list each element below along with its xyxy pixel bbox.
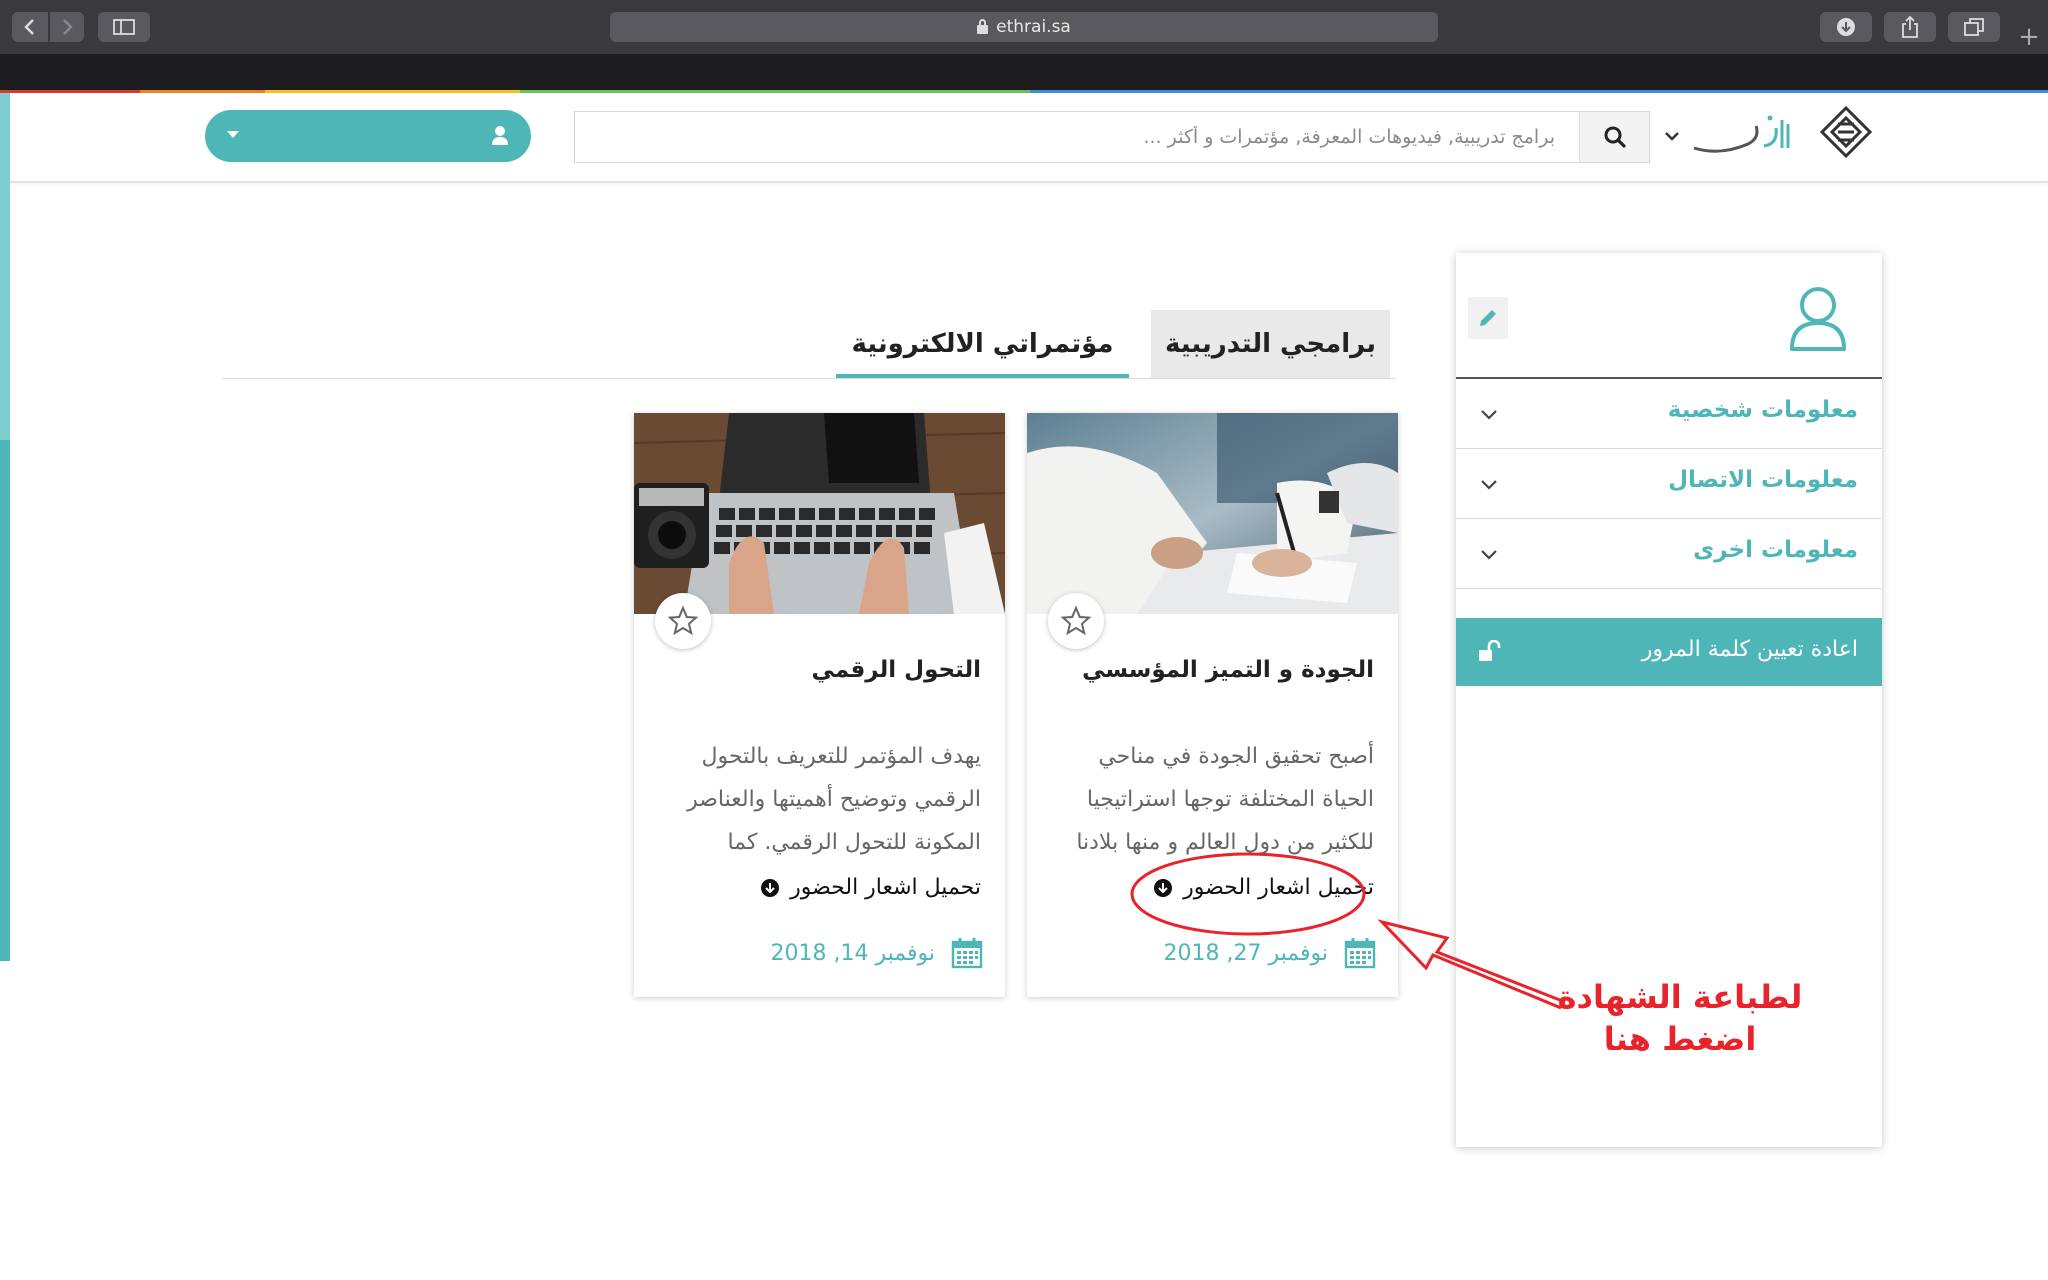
chevron-down-icon xyxy=(1481,410,1497,420)
accordion-label: معلومات اخرى xyxy=(1693,537,1858,563)
conference-description: أصبح تحقيق الجودة في مناحي الحياة المختل… xyxy=(1076,744,1374,855)
chevron-down-icon[interactable] xyxy=(1662,126,1682,146)
tab-e-conferences[interactable]: مؤتمراتي الالكترونية xyxy=(836,310,1129,378)
annotation-line-2: اضغط هنا xyxy=(1603,1020,1757,1058)
downloads-button[interactable] xyxy=(1820,12,1872,42)
site-logo-icon[interactable] xyxy=(1818,104,1874,160)
accordion-label: معلومات شخصية xyxy=(1667,397,1858,423)
chevron-down-icon xyxy=(1481,480,1497,490)
download-attendance-link[interactable]: تحميل اشعار الحضور xyxy=(1153,875,1374,900)
share-button[interactable] xyxy=(1884,12,1936,42)
sidebar-toggle-button[interactable] xyxy=(98,12,150,42)
accordion-personal-info[interactable]: معلومات شخصية xyxy=(1456,379,1882,449)
accordion-other-info[interactable]: معلومات اخرى xyxy=(1456,519,1882,589)
tabs-divider xyxy=(222,378,1396,379)
share-icon xyxy=(1902,16,1918,38)
calendar-icon xyxy=(1344,938,1376,969)
forward-button[interactable] xyxy=(50,12,84,42)
reset-password-button[interactable]: اعادة تعيين كلمة المرور xyxy=(1456,618,1882,686)
annotation-callout: لطباعة الشهادة اضغط هنا xyxy=(1540,976,1820,1060)
date-text: نوفمبر 27, 2018 xyxy=(1163,940,1329,966)
pencil-icon xyxy=(1480,310,1496,326)
download-label: تحميل اشعار الحضور xyxy=(790,875,981,900)
conference-image xyxy=(1027,413,1398,614)
conference-title: الجودة و التميز المؤسسي xyxy=(1082,657,1374,683)
tabs-icon xyxy=(1964,18,1984,36)
conference-date: نوفمبر 27, 2018 xyxy=(1164,937,1377,969)
caret-down-icon xyxy=(227,131,239,138)
search-input[interactable] xyxy=(587,112,1567,162)
conference-description: يهدف المؤتمر للتعريف بالتحول الرقمي وتوض… xyxy=(687,744,981,855)
calendar-icon xyxy=(951,938,983,969)
left-accent-bar xyxy=(0,93,10,961)
chevron-down-icon xyxy=(1481,550,1497,560)
download-circle-icon xyxy=(1154,878,1173,897)
unlock-icon xyxy=(1479,640,1501,661)
back-button[interactable] xyxy=(12,12,48,42)
url-text: ethrai.sa xyxy=(996,17,1071,37)
chevron-left-icon xyxy=(24,19,34,35)
sidebar-icon xyxy=(113,19,135,35)
new-tab-button[interactable]: + xyxy=(2012,22,2046,52)
address-bar[interactable]: ethrai.sa xyxy=(610,12,1438,42)
search-icon xyxy=(1604,126,1626,148)
conference-title: التحول الرقمي xyxy=(811,657,981,683)
tab-training-programs[interactable]: برامجي التدريبية xyxy=(1151,310,1390,378)
chevron-right-icon xyxy=(63,19,73,35)
edit-profile-button[interactable] xyxy=(1468,297,1508,339)
conference-image xyxy=(634,413,1005,614)
conference-card[interactable]: الجودة و التميز المؤسسي أصبح تحقيق الجود… xyxy=(1027,413,1398,997)
browser-toolbar: ethrai.sa + xyxy=(0,0,2048,54)
date-text: نوفمبر 14, 2018 xyxy=(770,940,936,966)
annotation-line-1: لطباعة الشهادة xyxy=(1557,978,1803,1016)
user-menu-button[interactable] xyxy=(205,110,531,162)
accordion-label: معلومات الاتصال xyxy=(1668,467,1858,493)
reset-password-label: اعادة تعيين كلمة المرور xyxy=(1641,637,1858,662)
tab-strip xyxy=(0,54,2048,90)
show-tabs-button[interactable] xyxy=(1948,12,2000,42)
user-icon xyxy=(492,126,508,145)
download-label: تحميل اشعار الحضور xyxy=(1183,875,1374,900)
star-icon xyxy=(667,605,699,636)
star-icon xyxy=(1060,605,1092,636)
lock-icon xyxy=(977,18,989,34)
favorite-button[interactable] xyxy=(1048,593,1104,649)
user-avatar-icon xyxy=(1790,287,1846,351)
accordion-contact-info[interactable]: معلومات الاتصال xyxy=(1456,449,1882,519)
conference-date: نوفمبر 14, 2018 xyxy=(771,937,984,969)
download-icon xyxy=(1837,18,1855,36)
download-circle-icon xyxy=(761,878,780,897)
download-attendance-link[interactable]: تحميل اشعار الحضور xyxy=(760,875,981,900)
search-button[interactable] xyxy=(1579,112,1649,162)
conference-card[interactable]: التحول الرقمي يهدف المؤتمر للتعريف بالتح… xyxy=(634,413,1005,997)
search-box xyxy=(574,111,1650,163)
favorite-button[interactable] xyxy=(655,593,711,649)
active-tab-indicator xyxy=(836,374,1129,378)
site-wordmark-icon[interactable] xyxy=(1690,110,1794,162)
